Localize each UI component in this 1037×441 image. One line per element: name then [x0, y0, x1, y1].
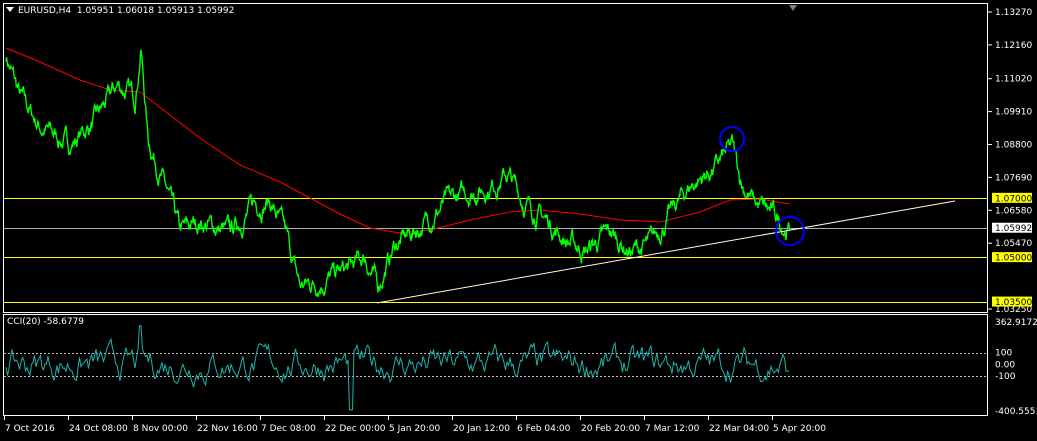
price-tick-label: 1.11020	[995, 75, 1032, 85]
price-tick-label: 1.12160	[995, 41, 1032, 51]
price-tick-label: 1.07690	[995, 173, 1032, 183]
time-tick-label: 5 Jan 20:00	[389, 424, 441, 434]
chart-header: EURUSD,H4 1.05951 1.06018 1.05913 1.0599…	[6, 6, 234, 16]
trading-chart[interactable]: 1.13270 1.12160 1.11020 1.09910 1.08800 1.076…	[0, 0, 1037, 441]
time-tick-label: 5 Apr 20:00	[773, 424, 826, 434]
time-tick-label: 6 Feb 04:00	[517, 424, 571, 434]
price-level-label: 1.05992	[995, 224, 1032, 234]
price-tick-label: 1.06580	[995, 206, 1032, 216]
time-tick-label: 8 Nov 00:00	[133, 424, 188, 434]
cci-tick-label: 362.9172	[995, 318, 1037, 328]
time-tick-label: 7 Mar 12:00	[645, 424, 700, 434]
price-tick-label: 1.13270	[995, 8, 1032, 18]
time-tick-label: 20 Jan 12:00	[453, 424, 510, 434]
price-level-label: 1.03500	[995, 298, 1032, 308]
time-tick-label: 22 Nov 16:00	[197, 424, 258, 434]
time-tick-label: 24 Oct 08:00	[69, 424, 128, 434]
cci-tick-label: -100	[995, 372, 1016, 382]
ohlc-values: 1.05951 1.06018 1.05913 1.05992	[76, 6, 235, 16]
price-level-label: 1.05000	[995, 254, 1032, 264]
price-level-label: 1.07000	[995, 194, 1032, 204]
time-tick-label: 7 Oct 2016	[5, 424, 55, 434]
cci-tick-label: 100	[995, 349, 1012, 359]
cci-title: CCI(20) -58.6779	[7, 317, 85, 327]
time-tick-label: 22 Dec 00:00	[325, 424, 386, 434]
time-tick-label: 20 Feb 20:00	[581, 424, 640, 434]
cci-tick-label: -400.5551	[995, 407, 1037, 417]
time-tick-label: 7 Dec 08:00	[261, 424, 316, 434]
symbol-timeframe: EURUSD,H4	[18, 6, 72, 16]
price-tick-label: 1.05470	[995, 239, 1032, 249]
time-tick-label: 22 Mar 04:00	[709, 424, 769, 434]
price-tick-label: 1.08800	[995, 140, 1032, 150]
price-tick-label: 1.09910	[995, 108, 1032, 118]
cci-tick-label: 0.00	[995, 360, 1015, 370]
dropdown-triangle-icon[interactable]	[6, 7, 14, 12]
